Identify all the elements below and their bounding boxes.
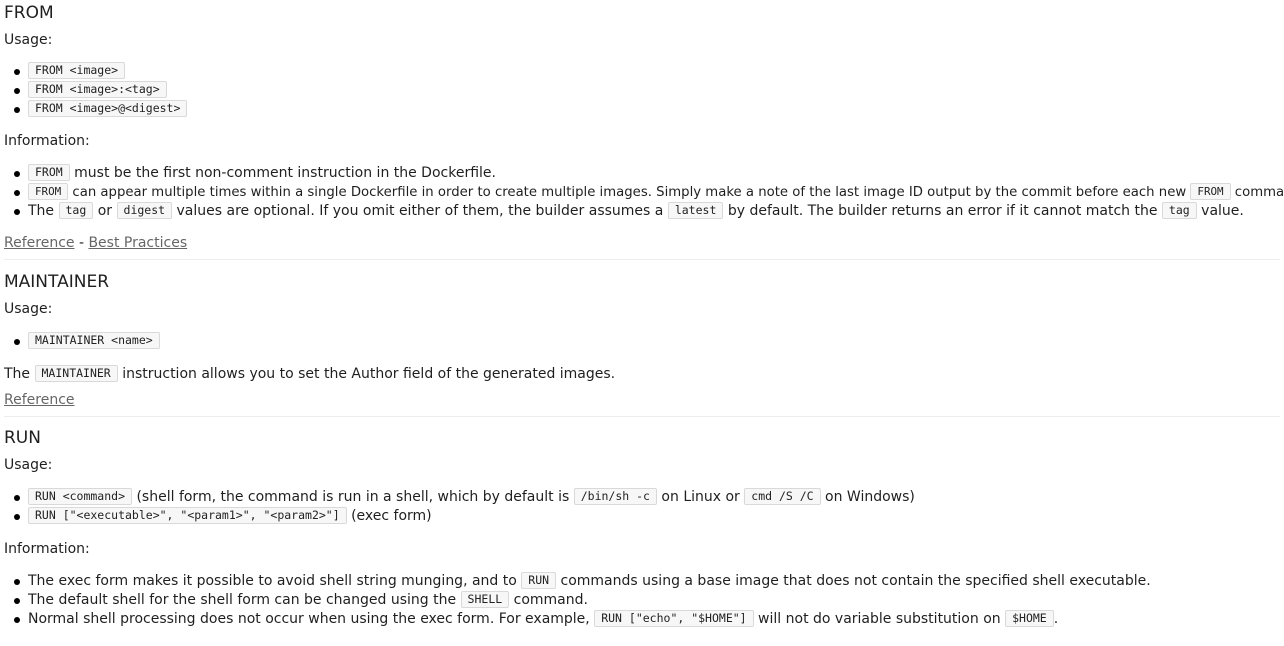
best-practices-link[interactable]: Best Practices bbox=[88, 235, 187, 251]
from-info-label: Information: bbox=[4, 133, 90, 149]
from-usage-list: FROM <image> FROM <image>:<tag> FROM <im… bbox=[4, 61, 1280, 119]
list-text: The exec form makes it possible to avoid… bbox=[28, 573, 522, 589]
list-item: The default shell for the shell form can… bbox=[14, 590, 1280, 610]
list-text: will not do variable substitution on bbox=[753, 611, 1006, 627]
code-snippet: digest bbox=[116, 201, 173, 219]
code-snippet: tag bbox=[1161, 201, 1197, 219]
list-item: Normal shell processing does not occur w… bbox=[14, 609, 1280, 629]
list-text: value. bbox=[1196, 203, 1244, 219]
section-divider bbox=[4, 259, 1280, 260]
code-snippet: /bin/sh -c bbox=[573, 487, 657, 505]
list-item: FROM <image>@<digest> bbox=[14, 99, 1280, 119]
code-snippet: RUN <command> bbox=[28, 487, 133, 505]
run-heading: RUN bbox=[4, 428, 41, 448]
code-snippet: FROM <image>:<tag> bbox=[28, 80, 167, 98]
list-text: The default shell for the shell form can… bbox=[28, 592, 461, 608]
link-separator: - bbox=[74, 235, 89, 251]
list-item: RUN ["<executable>", "<param1>", "<param… bbox=[14, 506, 1280, 526]
code-snippet: FROM bbox=[28, 163, 70, 181]
code-snippet: FROM bbox=[1190, 182, 1231, 200]
list-text: command. bbox=[1234, 185, 1284, 200]
desc-text: The bbox=[4, 366, 35, 382]
maintainer-section: MAINTAINER Usage: MAINTAINER <name> The … bbox=[4, 271, 1280, 410]
reference-link[interactable]: Reference bbox=[4, 392, 75, 408]
list-item: FROM <image>:<tag> bbox=[14, 80, 1280, 100]
list-text: command. bbox=[509, 592, 588, 608]
code-snippet: RUN ["echo", "$HOME"] bbox=[594, 609, 754, 627]
section-divider bbox=[4, 416, 1280, 417]
code-snippet: RUN ["<executable>", "<param1>", "<param… bbox=[28, 506, 347, 524]
desc-text: instruction allows you to set the Author… bbox=[117, 366, 616, 382]
code-snippet: $HOME bbox=[1005, 609, 1054, 627]
maintainer-usage-label: Usage: bbox=[4, 301, 53, 317]
maintainer-description: The MAINTAINER instruction allows you to… bbox=[4, 364, 1280, 384]
list-text: on Linux or bbox=[656, 489, 745, 505]
from-info-list: FROM must be the first non-comment instr… bbox=[4, 163, 1284, 221]
code-snippet: FROM bbox=[28, 182, 69, 200]
list-text: commands using a base image that does no… bbox=[556, 573, 1151, 589]
code-snippet: SHELL bbox=[460, 590, 510, 608]
run-section: RUN Usage: RUN <command> (shell form, th… bbox=[4, 427, 1280, 629]
list-text: (shell form, the command is run in a she… bbox=[132, 489, 574, 505]
from-heading: FROM bbox=[4, 3, 54, 23]
list-item: The tag or digest values are optional. I… bbox=[14, 201, 1280, 221]
code-snippet: tag bbox=[58, 201, 94, 219]
list-text: (exec form) bbox=[346, 508, 432, 524]
list-text: The bbox=[28, 203, 59, 219]
from-section: FROM Usage: FROM <image> FROM <image>:<t… bbox=[4, 2, 1284, 253]
list-item: The exec form makes it possible to avoid… bbox=[14, 571, 1280, 591]
code-snippet: FROM <image> bbox=[28, 61, 126, 79]
maintainer-heading: MAINTAINER bbox=[4, 272, 110, 292]
list-text: can appear multiple times within a singl… bbox=[68, 185, 1191, 200]
reference-link[interactable]: Reference bbox=[4, 235, 75, 251]
list-item: FROM can appear multiple times within a … bbox=[14, 182, 1284, 202]
list-item: FROM must be the first non-comment instr… bbox=[14, 163, 1280, 183]
document-page: FROM Usage: FROM <image> FROM <image>:<t… bbox=[0, 2, 1284, 629]
list-text: values are optional. If you omit either … bbox=[172, 203, 668, 219]
from-links: Reference - Best Practices bbox=[4, 233, 1280, 253]
code-snippet: RUN bbox=[521, 571, 557, 589]
run-usage-list: RUN <command> (shell form, the command i… bbox=[4, 487, 1280, 526]
run-usage-label: Usage: bbox=[4, 457, 53, 473]
code-snippet: FROM <image>@<digest> bbox=[28, 99, 188, 117]
code-snippet: cmd /S /C bbox=[744, 487, 821, 505]
list-item: MAINTAINER <name> bbox=[14, 331, 1280, 351]
list-text: Normal shell processing does not occur w… bbox=[28, 611, 595, 627]
list-text: or bbox=[93, 203, 117, 219]
run-info-label: Information: bbox=[4, 541, 90, 557]
list-text: must be the first non-comment instructio… bbox=[69, 165, 496, 181]
list-text: by default. The builder returns an error… bbox=[723, 203, 1162, 219]
maintainer-usage-list: MAINTAINER <name> bbox=[4, 331, 1280, 351]
run-info-list: The exec form makes it possible to avoid… bbox=[4, 571, 1280, 629]
list-text: . bbox=[1053, 611, 1059, 627]
maintainer-links: Reference bbox=[4, 390, 1280, 410]
list-item: RUN <command> (shell form, the command i… bbox=[14, 487, 1280, 507]
list-item: FROM <image> bbox=[14, 61, 1280, 81]
code-snippet: MAINTAINER bbox=[34, 364, 118, 382]
code-snippet: latest bbox=[667, 201, 724, 219]
from-usage-label: Usage: bbox=[4, 32, 53, 48]
code-snippet: MAINTAINER <name> bbox=[28, 331, 160, 349]
list-text: on Windows) bbox=[820, 489, 915, 505]
